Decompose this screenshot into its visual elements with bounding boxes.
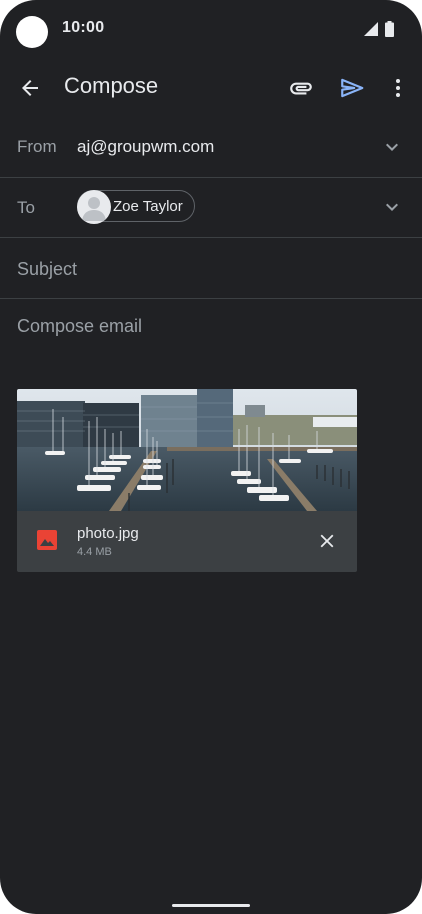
phone-screen: 10:00 Compose From aj@groupwm.com To Zoe… — [0, 0, 422, 914]
back-arrow-icon[interactable] — [18, 76, 42, 100]
person-icon — [82, 197, 106, 221]
subject-input[interactable] — [17, 257, 397, 281]
attachment-card[interactable]: photo.jpg 4.4 MB — [17, 389, 357, 572]
attachment-file-name: photo.jpg — [77, 525, 139, 542]
to-row[interactable]: To Zoe Taylor — [0, 178, 422, 238]
signal-icon — [364, 22, 378, 36]
chevron-down-icon[interactable] — [380, 195, 404, 219]
status-bar: 10:00 — [0, 0, 422, 60]
battery-icon — [385, 21, 394, 37]
attachment-preview-image[interactable] — [17, 389, 357, 511]
recipient-name: Zoe Taylor — [113, 198, 183, 215]
home-indicator[interactable] — [172, 904, 250, 907]
recipient-chip[interactable]: Zoe Taylor — [77, 190, 195, 224]
send-icon[interactable] — [339, 75, 365, 101]
image-file-icon — [37, 530, 57, 550]
from-label: From — [17, 137, 57, 156]
camera-cutout — [16, 16, 48, 48]
status-time: 10:00 — [62, 19, 105, 36]
subject-row — [0, 238, 422, 299]
attachment-file-size: 4.4 MB — [77, 546, 112, 558]
close-icon[interactable] — [316, 530, 338, 552]
attachment-footer: photo.jpg 4.4 MB — [17, 511, 357, 572]
to-label: To — [17, 198, 35, 217]
app-bar: Compose — [0, 60, 422, 116]
more-vert-icon[interactable] — [386, 75, 410, 101]
compose-body-input[interactable] — [17, 316, 405, 356]
from-row[interactable]: From aj@groupwm.com — [0, 118, 422, 178]
attach-icon[interactable] — [288, 75, 314, 101]
avatar — [77, 190, 111, 224]
chevron-down-icon[interactable] — [380, 135, 404, 159]
from-address[interactable]: aj@groupwm.com — [77, 137, 214, 157]
page-title: Compose — [64, 73, 159, 98]
